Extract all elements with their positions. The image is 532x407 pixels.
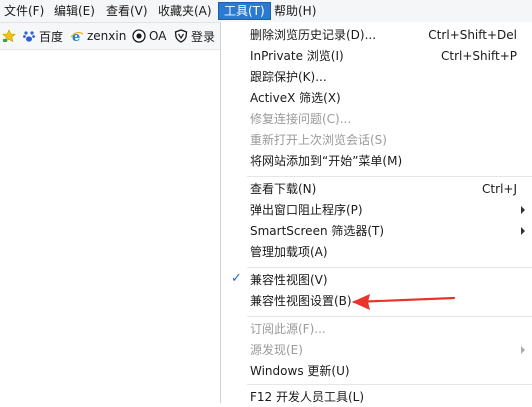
fav-label-baidu: 百度	[39, 29, 64, 44]
menu-item-label: ActiveX 筛选(X)	[250, 91, 341, 105]
fav-label-oa: OA	[149, 29, 167, 43]
menu-item-reopen-session: 重新打开上次浏览会话(S)	[221, 130, 532, 150]
favorites-star-icon[interactable]	[2, 27, 16, 45]
annotation-arrow-icon	[352, 294, 456, 310]
menu-item-f12-devtools[interactable]: F12 开发人员工具(L)	[221, 387, 532, 407]
menu-separator	[247, 316, 532, 317]
menu-item-shortcut: Ctrl+J	[482, 182, 517, 196]
globe-icon	[132, 29, 146, 43]
menu-bar: 文件(F) 编辑(E) 查看(V) 收藏夹(A) 工具(T) 帮助(H)	[0, 0, 532, 23]
page-content	[0, 50, 220, 403]
submenu-arrow-icon	[521, 227, 525, 235]
menu-item-shortcut: Ctrl+Shift+P	[441, 49, 517, 63]
menu-item-label: InPrivate 浏览(I)	[250, 49, 344, 63]
fav-link-zenxin[interactable]: e zenxin	[70, 27, 126, 45]
shield-icon	[174, 29, 188, 43]
menu-item-fix-connection: 修复连接问题(C)...	[221, 109, 532, 129]
menu-item-label: 兼容性视图(V)	[250, 273, 328, 287]
menu-item-feed-discovery: 源发现(E)	[221, 340, 532, 360]
menu-item-compat-view[interactable]: ✓ 兼容性视图(V)	[221, 270, 532, 290]
menu-item-label: 将网站添加到“开始”菜单(M)	[250, 154, 403, 168]
menu-item-activex-filter[interactable]: ActiveX 筛选(X)	[221, 88, 532, 108]
tools-menu: 删除浏览历史记录(D)... Ctrl+Shift+Del InPrivate …	[220, 22, 532, 404]
submenu-arrow-icon	[521, 206, 525, 214]
menu-item-shortcut: Ctrl+Shift+Del	[428, 28, 517, 42]
fav-link-login[interactable]: 登录	[174, 27, 215, 45]
checkmark-icon: ✓	[231, 271, 242, 286]
menu-item-inprivate[interactable]: InPrivate 浏览(I) Ctrl+Shift+P	[221, 46, 532, 66]
fav-label-zenxin: zenxin	[87, 29, 127, 43]
menu-separator	[247, 176, 532, 177]
menu-item-label: 重新打开上次浏览会话(S)	[250, 133, 387, 147]
menu-item-popup-blocker[interactable]: 弹出窗口阻止程序(P)	[221, 200, 532, 220]
menu-item-subscribe-feed: 订阅此源(F)...	[221, 319, 532, 339]
fav-link-baidu[interactable]: 百度	[22, 27, 63, 45]
menu-item-label: 删除浏览历史记录(D)...	[250, 28, 377, 42]
star-icon	[2, 29, 16, 43]
menu-item-add-to-start[interactable]: 将网站添加到“开始”菜单(M)	[221, 151, 532, 171]
menu-edit[interactable]: 编辑(E)	[52, 3, 97, 19]
menu-item-label: 查看下载(N)	[250, 182, 317, 196]
menu-item-tracking-protection[interactable]: 跟踪保护(K)...	[221, 67, 532, 87]
menu-file[interactable]: 文件(F)	[2, 3, 46, 19]
fav-link-oa[interactable]: OA	[132, 27, 166, 45]
menu-item-label: Windows 更新(U)	[250, 364, 350, 378]
menu-separator	[247, 267, 532, 268]
menu-item-view-downloads[interactable]: 查看下载(N) Ctrl+J	[221, 179, 532, 199]
menu-favorites[interactable]: 收藏夹(A)	[156, 3, 214, 19]
menu-item-label: 兼容性视图设置(B)	[250, 294, 352, 308]
menu-item-manage-addons[interactable]: 管理加载项(A)	[221, 242, 532, 262]
paw-icon	[22, 29, 36, 43]
menu-item-label: 修复连接问题(C)...	[250, 112, 352, 126]
submenu-arrow-icon	[521, 346, 525, 354]
menu-item-label: 源发现(E)	[250, 343, 303, 357]
menu-item-label: SmartScreen 筛选器(T)	[250, 224, 385, 238]
fav-label-login: 登录	[191, 29, 216, 44]
menu-item-delete-history[interactable]: 删除浏览历史记录(D)... Ctrl+Shift+Del	[221, 25, 532, 45]
menu-item-label: 订阅此源(F)...	[250, 322, 326, 336]
menu-item-smartscreen[interactable]: SmartScreen 筛选器(T)	[221, 221, 532, 241]
menu-help[interactable]: 帮助(H)	[272, 3, 318, 19]
menu-item-label: 管理加载项(A)	[250, 245, 328, 259]
menu-item-windows-update[interactable]: Windows 更新(U)	[221, 361, 532, 381]
menu-item-label: 弹出窗口阻止程序(P)	[250, 203, 363, 217]
favorites-bar: 百度 e zenxin OA 登录	[0, 23, 220, 50]
ie-icon: e	[70, 29, 84, 43]
menu-tools[interactable]: 工具(T)	[218, 2, 271, 20]
menu-separator	[247, 384, 532, 385]
menu-item-label: 跟踪保护(K)...	[250, 70, 327, 84]
menu-view[interactable]: 查看(V)	[104, 3, 150, 19]
